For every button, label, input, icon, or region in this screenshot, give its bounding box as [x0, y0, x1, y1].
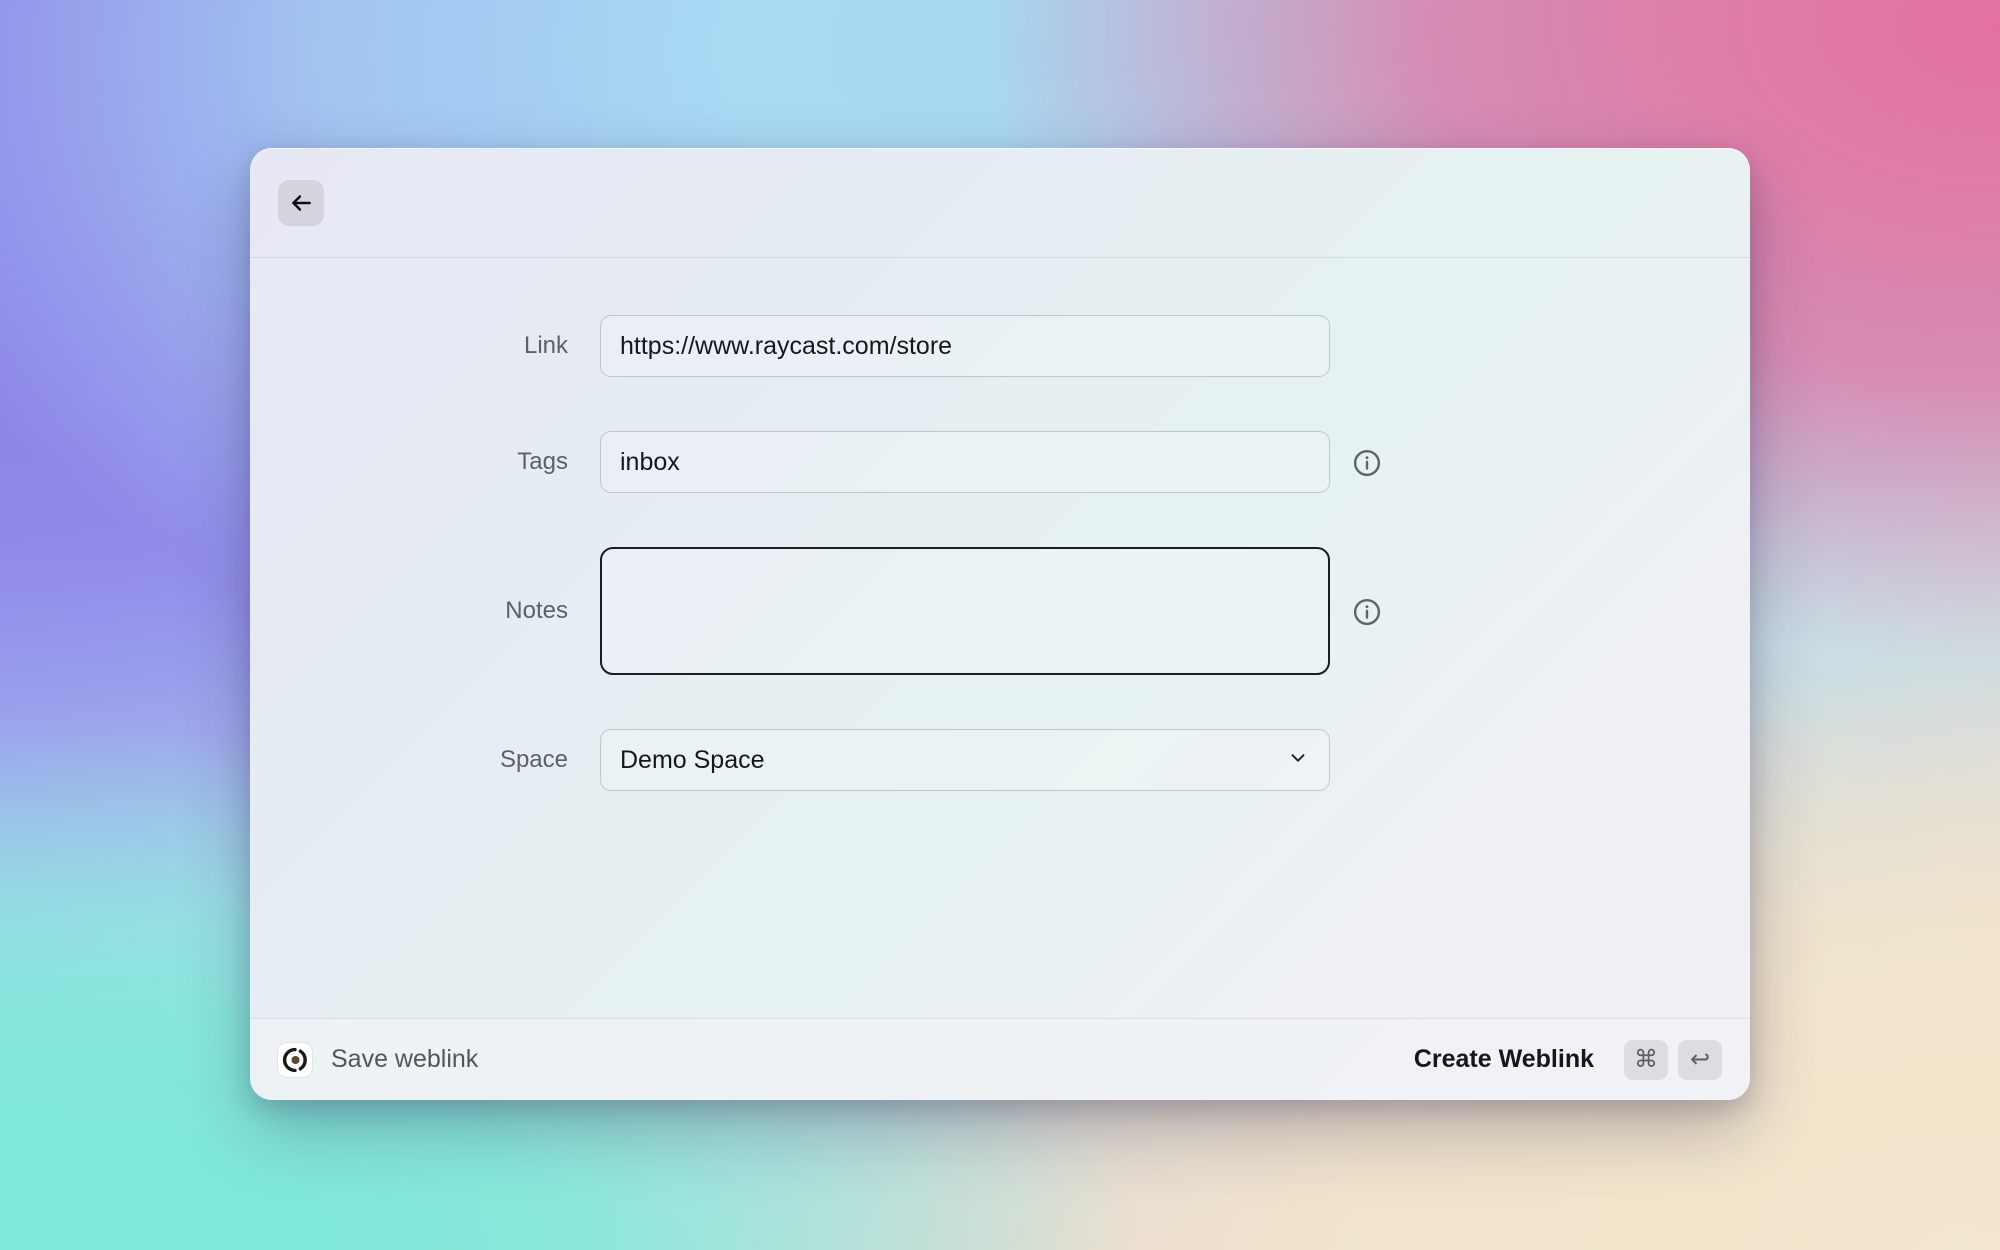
footer-primary-action-group: Create Weblink ⌘ ↩ [1414, 1040, 1722, 1080]
notes-textarea[interactable] [600, 547, 1330, 675]
link-field-wrap [600, 315, 1330, 377]
space-field-wrap: Demo Space [600, 729, 1330, 791]
info-circle-icon[interactable] [1352, 597, 1382, 627]
keycap-return[interactable]: ↩ [1678, 1040, 1722, 1080]
space-label: Space [250, 729, 600, 791]
form-row-notes: Notes [250, 547, 1750, 675]
notes-label: Notes [250, 547, 600, 675]
create-weblink-label[interactable]: Create Weblink [1414, 1045, 1594, 1074]
form-body: Link Tags Notes [250, 258, 1750, 1018]
app-window: Link Tags Notes [250, 148, 1750, 1100]
footer-action-label[interactable]: Save weblink [331, 1045, 478, 1074]
notes-field-wrap [600, 547, 1382, 675]
form-row-link: Link [250, 315, 1750, 377]
keycap-command[interactable]: ⌘ [1624, 1040, 1668, 1080]
app-logo-icon [278, 1043, 312, 1077]
tags-label: Tags [250, 431, 600, 493]
link-label: Link [250, 315, 600, 377]
info-circle-icon[interactable] [1352, 448, 1382, 478]
form-row-space: Space Demo Space [250, 729, 1750, 791]
link-input[interactable] [600, 315, 1330, 377]
back-button[interactable] [278, 180, 324, 226]
tags-input[interactable] [600, 431, 1330, 493]
space-select-value: Demo Space [620, 746, 765, 775]
arrow-left-icon [288, 190, 314, 216]
space-select[interactable]: Demo Space [600, 729, 1330, 791]
form-row-tags: Tags [250, 431, 1750, 493]
window-header [250, 148, 1750, 258]
tags-field-wrap [600, 431, 1382, 493]
chevron-down-icon [1287, 747, 1309, 774]
window-footer: Save weblink Create Weblink ⌘ ↩ [250, 1018, 1750, 1100]
